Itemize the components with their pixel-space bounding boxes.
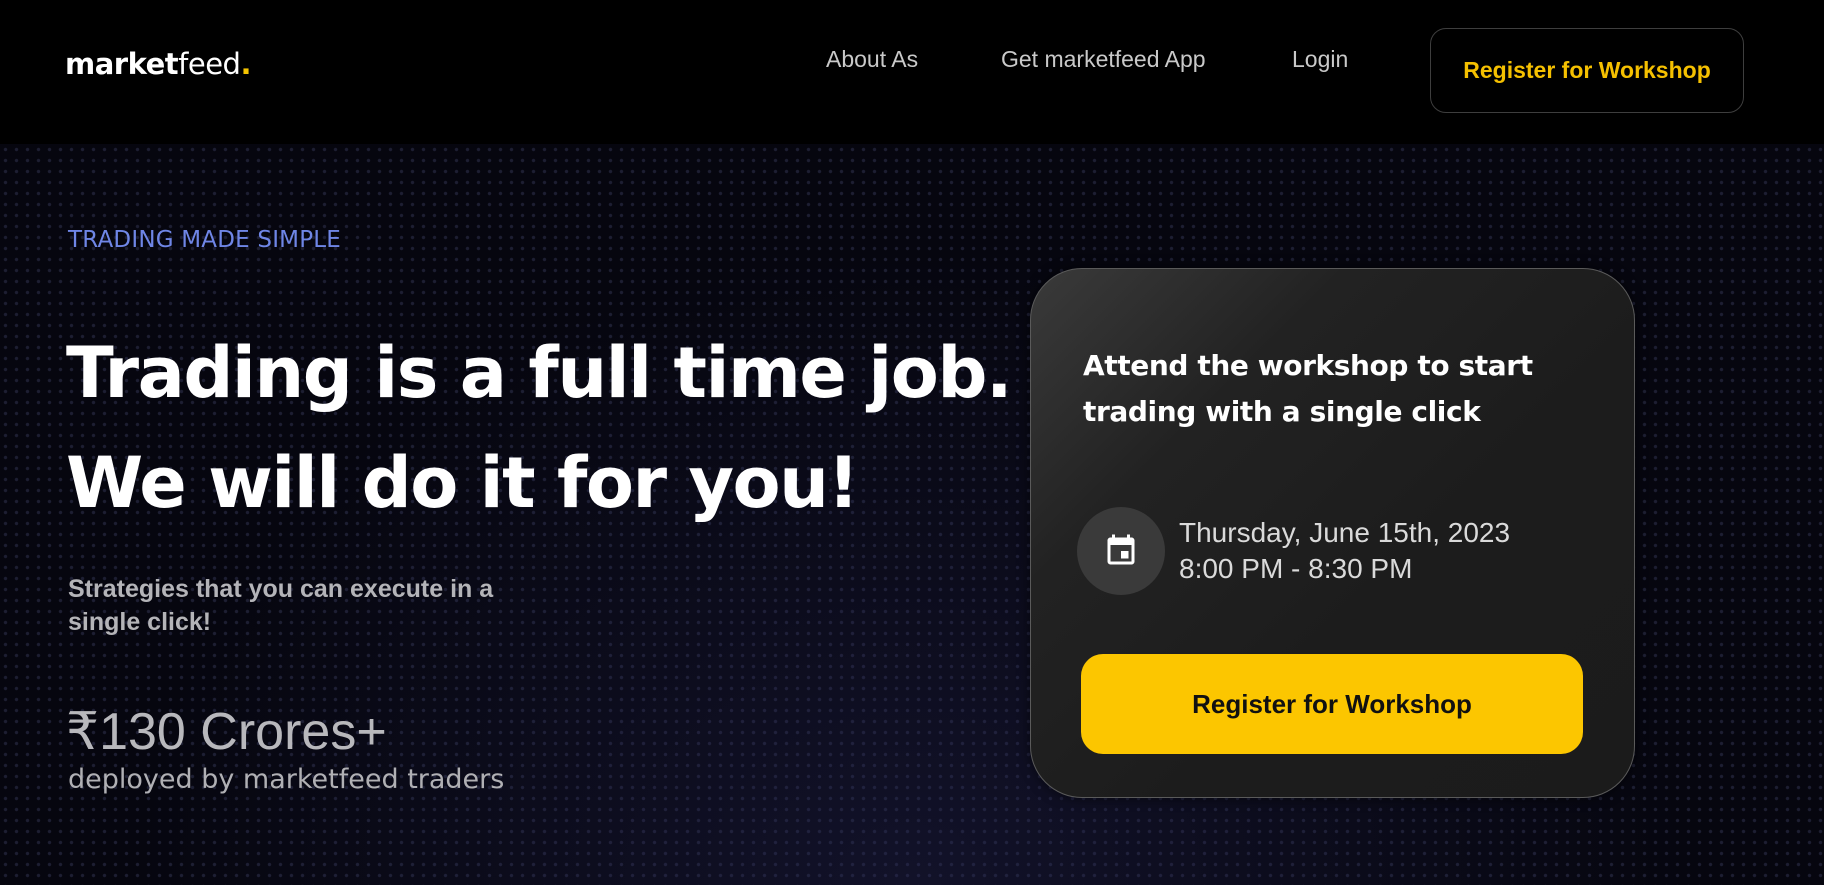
nav-about-link[interactable]: About As xyxy=(826,46,918,73)
hero-headline-line2: We will do it for you! xyxy=(66,442,859,524)
workshop-time: 8:00 PM - 8:30 PM xyxy=(1179,553,1413,584)
stat-label: deployed by marketfeed traders xyxy=(68,764,505,795)
logo-dot: . xyxy=(240,47,251,81)
hero-subtext: Strategies that you can execute in a sin… xyxy=(68,575,494,636)
logo[interactable]: marketfeed. xyxy=(65,47,251,81)
site-header: marketfeed. About As Get marketfeed App … xyxy=(0,0,1824,144)
calendar-icon xyxy=(1077,507,1165,595)
workshop-date: Thursday, June 15th, 2023 xyxy=(1179,517,1511,548)
calendar-icon-svg xyxy=(1107,534,1135,565)
header-register-button[interactable]: Register for Workshop xyxy=(1430,28,1744,113)
workshop-card: Attend the workshop to start trading wit… xyxy=(1030,268,1635,798)
hero-eyebrow: TRADING MADE SIMPLE xyxy=(68,227,342,253)
page: marketfeed. About As Get marketfeed App … xyxy=(0,0,1824,885)
hero-headline: Trading is a full time job. We will do i… xyxy=(66,318,1013,538)
card-title: Attend the workshop to start trading wit… xyxy=(1083,349,1533,428)
hero-headline-line1: Trading is a full time job. xyxy=(66,332,1013,414)
card-register-button[interactable]: Register for Workshop xyxy=(1081,654,1583,754)
nav-get-app-link[interactable]: Get marketfeed App xyxy=(1001,46,1206,73)
logo-regular: feed xyxy=(178,47,241,81)
logo-bold: market xyxy=(65,47,179,81)
nav-login-link[interactable]: Login xyxy=(1292,46,1348,73)
stat-value: ₹130 Crores+ xyxy=(66,703,387,761)
